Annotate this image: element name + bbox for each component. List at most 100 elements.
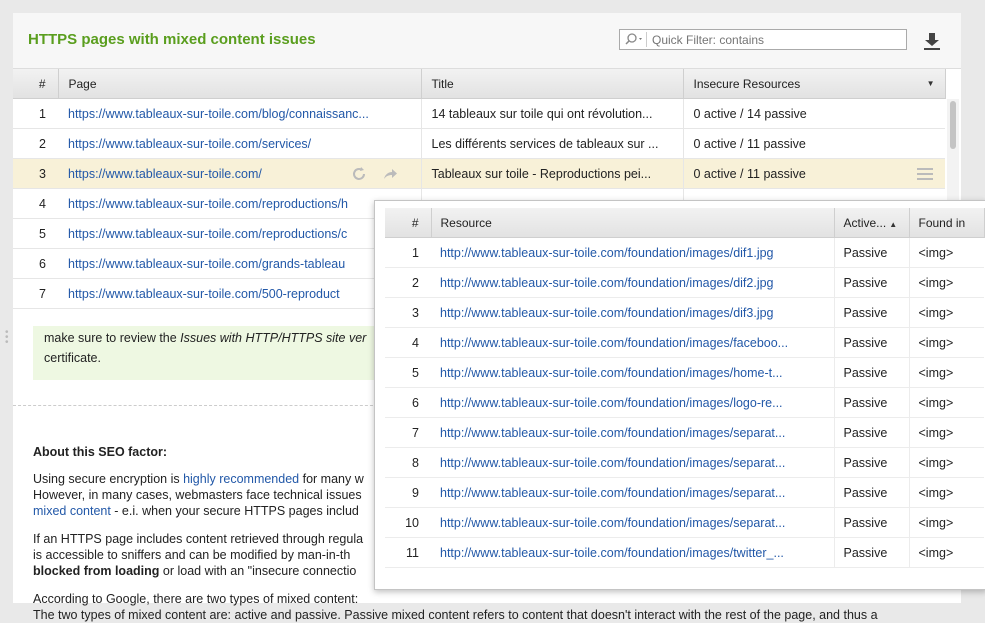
table-row[interactable]: 2 http://www.tableaux-sur-toile.com/found…	[385, 267, 984, 298]
resize-handle[interactable]: • • •	[5, 328, 9, 348]
highly-recommended-link[interactable]: highly recommended	[183, 472, 299, 486]
col-header-resource[interactable]: Resource	[431, 208, 835, 238]
sort-desc-icon[interactable]: ▼	[927, 79, 935, 88]
row-number: 7	[13, 278, 58, 309]
scrollbar-thumb[interactable]	[950, 101, 956, 149]
resource-url-link[interactable]: http://www.tableaux-sur-toile.com/founda…	[440, 306, 774, 320]
page-url-link[interactable]: https://www.tableaux-sur-toile.com/servi…	[68, 137, 311, 151]
resource-url-link[interactable]: http://www.tableaux-sur-toile.com/founda…	[440, 396, 783, 410]
resource-url-link[interactable]: http://www.tableaux-sur-toile.com/founda…	[440, 246, 774, 260]
resource-url-link[interactable]: http://www.tableaux-sur-toile.com/founda…	[440, 426, 785, 440]
insecure-resources-value: 0 active / 11 passive	[693, 166, 806, 181]
row-number: 1	[13, 98, 58, 129]
table-row[interactable]: 3 https://www.tableaux-sur-toile.com/Tabl…	[13, 158, 945, 189]
table-row[interactable]: 1 https://www.tableaux-sur-toile.com/blog…	[13, 98, 945, 129]
resource-url-link[interactable]: http://www.tableaux-sur-toile.com/founda…	[440, 456, 785, 470]
resource-type-cell: Passive	[833, 507, 909, 538]
table-row[interactable]: 1 http://www.tableaux-sur-toile.com/found…	[385, 237, 984, 268]
page-url-link[interactable]: https://www.tableaux-sur-toile.com/blog/…	[68, 107, 369, 121]
page-url-link[interactable]: https://www.tableaux-sur-toile.com/repro…	[68, 197, 348, 211]
refresh-icon[interactable]	[350, 165, 368, 186]
resource-url-link[interactable]: http://www.tableaux-sur-toile.com/founda…	[440, 336, 788, 350]
table-row[interactable]: 6 http://www.tableaux-sur-toile.com/found…	[385, 387, 984, 418]
title-cell: Tableaux sur toile - Reproductions pei..…	[420, 158, 683, 189]
page-cell: https://www.tableaux-sur-toile.com/servi…	[58, 128, 421, 159]
page-url-link[interactable]: https://www.tableaux-sur-toile.com/repro…	[68, 227, 347, 241]
row-number: 4	[13, 188, 58, 219]
resource-type-cell: Passive	[833, 327, 909, 358]
col-header-found-in[interactable]: Found in	[909, 208, 985, 238]
resource-cell: http://www.tableaux-sur-toile.com/founda…	[431, 537, 834, 568]
resource-url-link[interactable]: http://www.tableaux-sur-toile.com/founda…	[440, 516, 785, 530]
row-number: 3	[13, 158, 58, 189]
resource-type-cell: Passive	[833, 417, 909, 448]
resource-cell: http://www.tableaux-sur-toile.com/founda…	[431, 297, 834, 328]
resource-url-link[interactable]: http://www.tableaux-sur-toile.com/founda…	[440, 546, 784, 560]
col-header-insecure-resources[interactable]: Insecure Resources ▼	[683, 69, 946, 99]
table-row[interactable]: 10 http://www.tableaux-sur-toile.com/foun…	[385, 507, 984, 538]
row-number: 7	[385, 417, 431, 448]
col-header-num[interactable]: #	[13, 69, 59, 99]
table-row[interactable]: 7 http://www.tableaux-sur-toile.com/found…	[385, 417, 984, 448]
resource-url-link[interactable]: http://www.tableaux-sur-toile.com/founda…	[440, 366, 783, 380]
table-row[interactable]: 3 http://www.tableaux-sur-toile.com/found…	[385, 297, 984, 328]
insecure-resources-cell[interactable]: 0 active / 11 passive	[682, 128, 945, 159]
about-text: If an HTTPS page includes content retrie…	[33, 532, 364, 546]
found-in-cell: <img>	[908, 537, 984, 568]
resource-url-link[interactable]: http://www.tableaux-sur-toile.com/founda…	[440, 486, 785, 500]
found-in-cell: <img>	[908, 507, 984, 538]
resource-type-cell: Passive	[833, 357, 909, 388]
table-row[interactable]: 11 http://www.tableaux-sur-toile.com/foun…	[385, 537, 984, 568]
row-number: 8	[385, 447, 431, 478]
menu-icon[interactable]	[916, 166, 934, 185]
found-in-cell: <img>	[908, 267, 984, 298]
col-header-num[interactable]: #	[385, 208, 432, 238]
insecure-resources-cell[interactable]: 0 active / 14 passive	[682, 98, 945, 129]
found-in-cell: <img>	[908, 327, 984, 358]
col-header-active-passive[interactable]: Active... ▲	[834, 208, 910, 238]
sort-asc-icon[interactable]: ▲	[889, 220, 897, 229]
about-text: However, in many cases, webmasters face …	[33, 488, 362, 502]
chevron-down-icon	[639, 38, 642, 40]
found-in-cell: <img>	[908, 297, 984, 328]
about-text: According to Google, there are two types…	[33, 592, 359, 606]
row-number: 9	[385, 477, 431, 508]
page-cell: https://www.tableaux-sur-toile.com/blog/…	[58, 98, 421, 129]
page-url-link[interactable]: https://www.tableaux-sur-toile.com/	[68, 167, 262, 181]
notice-italic: Issues with HTTP/HTTPS site ver	[180, 331, 367, 345]
quick-filter-input[interactable]	[652, 31, 902, 48]
search-icon[interactable]	[624, 32, 647, 47]
resource-cell: http://www.tableaux-sur-toile.com/founda…	[431, 507, 834, 538]
title-cell: 14 tableaux sur toile qui ont révolution…	[420, 98, 683, 129]
quick-filter[interactable]	[619, 29, 907, 50]
about-text: for many w	[299, 472, 364, 486]
found-in-cell: <img>	[908, 237, 984, 268]
page-url-link[interactable]: https://www.tableaux-sur-toile.com/grand…	[68, 257, 345, 271]
page-url-link[interactable]: https://www.tableaux-sur-toile.com/500-r…	[68, 287, 340, 301]
insecure-resources-cell[interactable]: 0 active / 11 passive	[682, 158, 945, 189]
table-row[interactable]: 8 http://www.tableaux-sur-toile.com/found…	[385, 447, 984, 478]
resource-type-cell: Passive	[833, 447, 909, 478]
page-cell: https://www.tableaux-sur-toile.com/	[58, 158, 421, 189]
page-cell: https://www.tableaux-sur-toile.com/500-r…	[58, 278, 421, 309]
share-arrow-icon[interactable]	[381, 165, 399, 186]
col-header-page[interactable]: Page	[58, 69, 422, 99]
about-heading: About this SEO factor:	[33, 445, 168, 459]
report-header: HTTPS pages with mixed content issues	[13, 13, 961, 69]
about-text: is accessible to sniffers and can be mod…	[33, 548, 351, 562]
divider	[13, 405, 388, 406]
about-text: or load with an "insecure connectio	[159, 564, 357, 578]
row-number: 6	[13, 248, 58, 279]
download-icon[interactable]	[921, 30, 943, 52]
table-row[interactable]: 2 https://www.tableaux-sur-toile.com/serv…	[13, 128, 945, 159]
col-header-title[interactable]: Title	[421, 69, 684, 99]
mixed-content-link[interactable]: mixed content	[33, 504, 111, 518]
resource-url-link[interactable]: http://www.tableaux-sur-toile.com/founda…	[440, 276, 774, 290]
table-row[interactable]: 9 http://www.tableaux-sur-toile.com/found…	[385, 477, 984, 508]
found-in-cell: <img>	[908, 477, 984, 508]
found-in-cell: <img>	[908, 447, 984, 478]
table-row[interactable]: 5 http://www.tableaux-sur-toile.com/found…	[385, 357, 984, 388]
notice-box: make sure to review the Issues with HTTP…	[33, 326, 378, 380]
row-number: 11	[385, 537, 431, 568]
table-row[interactable]: 4 http://www.tableaux-sur-toile.com/found…	[385, 327, 984, 358]
